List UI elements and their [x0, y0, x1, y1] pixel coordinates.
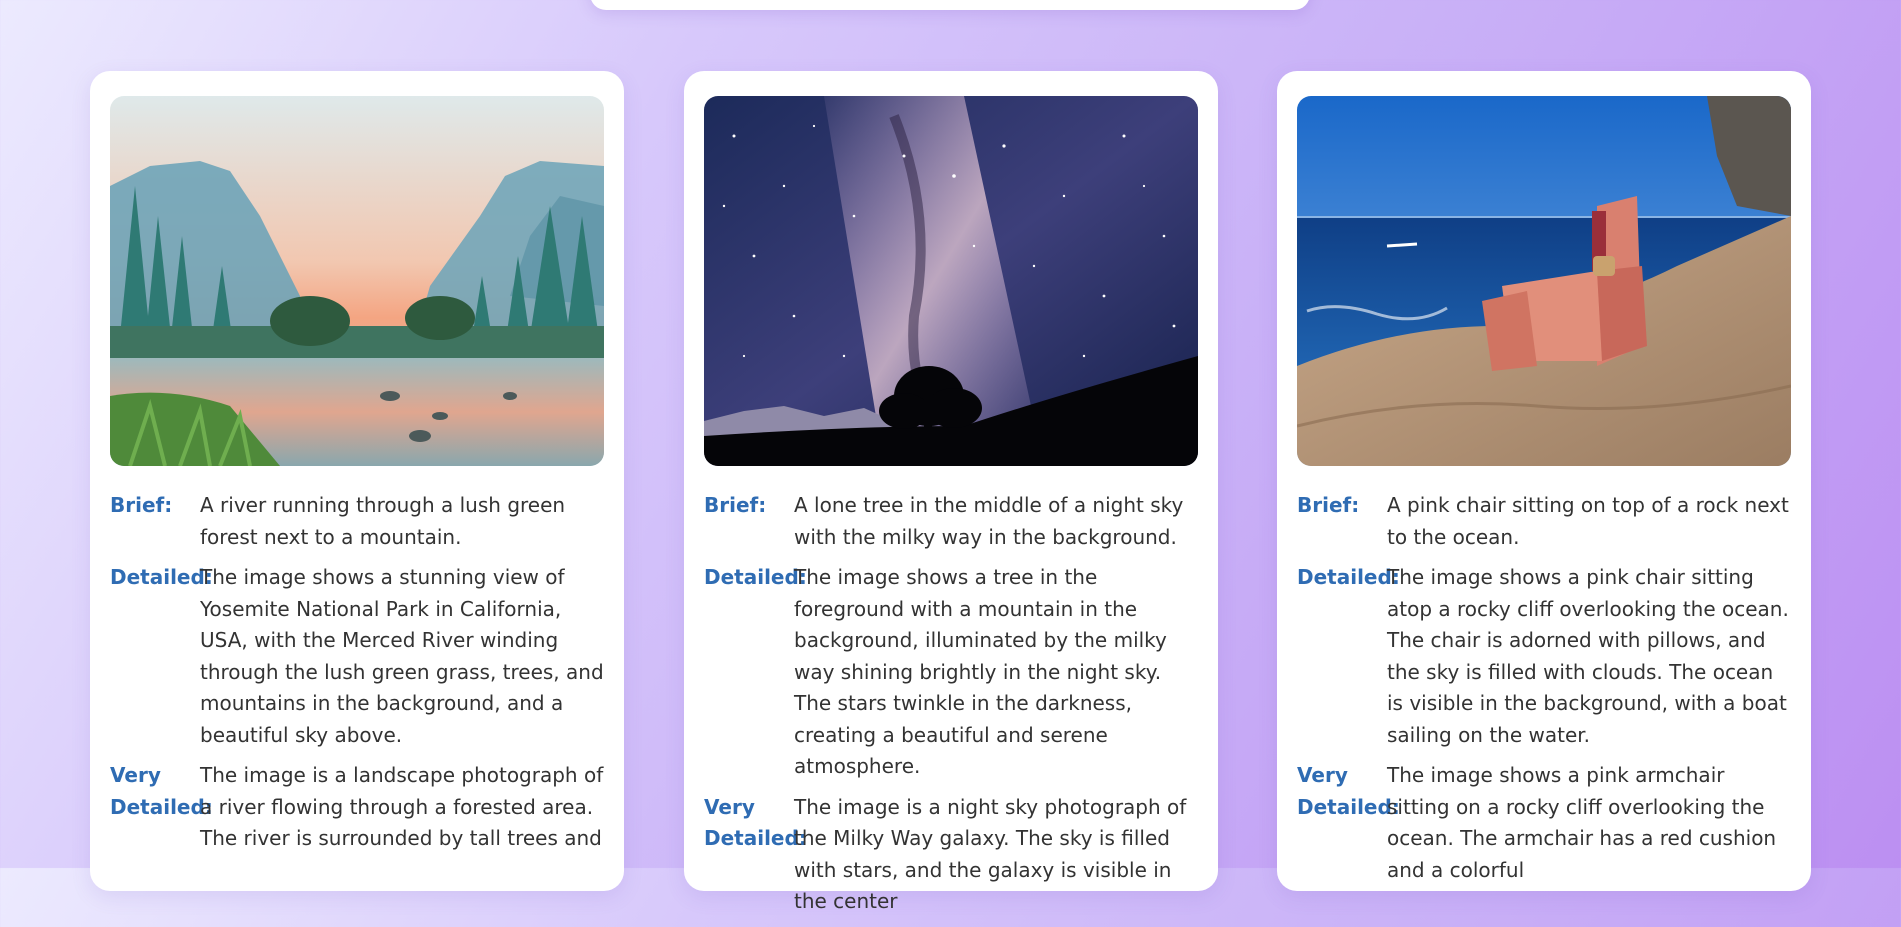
detailed-label: Detailed:: [704, 565, 807, 589]
very-detailed-label: Very Detailed:: [704, 792, 807, 918]
caption-card: Brief: A pink chair sitting on top of a …: [1277, 71, 1811, 891]
brief-label: Brief:: [704, 493, 767, 517]
card-image[interactable]: [110, 96, 604, 466]
very-detailed-label: Very Detailed:: [1297, 760, 1400, 886]
detailed-caption: Detailed: The image shows a pink chair s…: [1297, 562, 1793, 751]
very-detailed-caption: Very Detailed: The image shows a pink ar…: [1297, 760, 1793, 886]
detailed-text: The image shows a stunning view of Yosem…: [200, 565, 604, 747]
very-detailed-text: The image is a landscape photograph of a…: [200, 763, 604, 850]
very-word: Very: [110, 763, 161, 787]
detailed-text: The image shows a pink chair sitting ato…: [1387, 565, 1789, 747]
brief-caption: Brief: A lone tree in the middle of a ni…: [704, 490, 1200, 553]
brief-label: Brief:: [1297, 493, 1360, 517]
very-detailed-caption: Very Detailed: The image is a landscape …: [110, 760, 606, 855]
detailed-word: Detailed:: [110, 794, 213, 819]
very-detailed-text: The image shows a pink armchair sitting …: [1387, 763, 1777, 882]
very-detailed-caption: Very Detailed: The image is a night sky …: [704, 792, 1200, 918]
detailed-caption: Detailed: The image shows a tree in the …: [704, 562, 1200, 783]
brief-caption: Brief: A river running through a lush gr…: [110, 490, 606, 553]
brief-label: Brief:: [110, 493, 173, 517]
detailed-caption: Detailed: The image shows a stunning vie…: [110, 562, 606, 751]
detailed-label: Detailed:: [110, 565, 213, 589]
card-image[interactable]: [704, 96, 1198, 466]
very-detailed-label: Very Detailed:: [110, 760, 213, 855]
top-panel: [590, 0, 1310, 10]
detailed-label: Detailed:: [1297, 565, 1400, 589]
detailed-word: Detailed:: [704, 826, 807, 850]
caption-card: Brief: A river running through a lush gr…: [90, 71, 624, 891]
brief-text: A river running through a lush green for…: [200, 493, 566, 549]
detailed-word: Detailed:: [1297, 794, 1400, 819]
very-detailed-text: The image is a night sky photograph of t…: [794, 794, 1187, 914]
very-word: Very: [704, 794, 755, 819]
brief-text: A lone tree in the middle of a night sky…: [794, 493, 1184, 549]
very-word: Very: [1297, 763, 1348, 787]
card-image[interactable]: [1297, 96, 1791, 466]
caption-card: Brief: A lone tree in the middle of a ni…: [684, 71, 1218, 913]
brief-text: A pink chair sitting on top of a rock ne…: [1387, 493, 1789, 549]
detailed-text: The image shows a tree in the foreground…: [794, 565, 1167, 778]
brief-caption: Brief: A pink chair sitting on top of a …: [1297, 490, 1793, 553]
